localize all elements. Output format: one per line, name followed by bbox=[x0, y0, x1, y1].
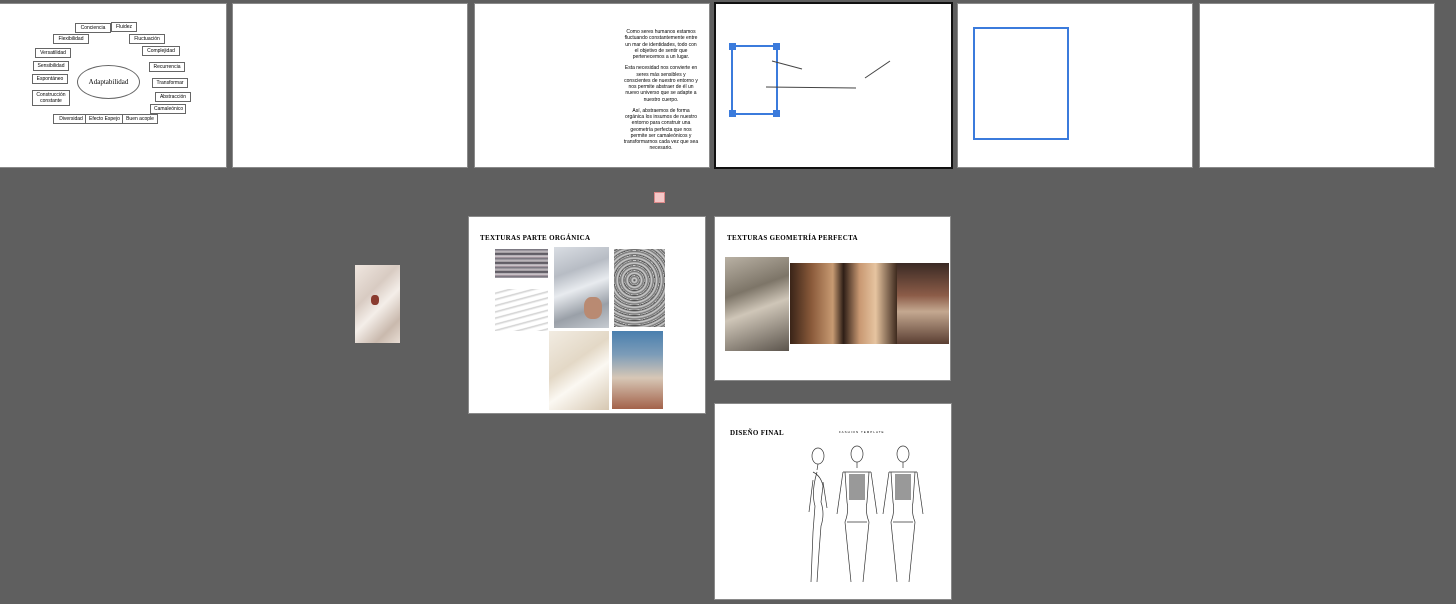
mindmap-node: Diversidad bbox=[53, 114, 89, 124]
text-block: Como seres humanos estamos fluctuando co… bbox=[623, 29, 699, 157]
resize-handle[interactable] bbox=[773, 110, 780, 117]
artboard-textures-organic[interactable]: TEXTURAS PARTE ORGÁNICA bbox=[468, 216, 706, 414]
texture-waves-image[interactable] bbox=[495, 289, 548, 331]
lace-detail bbox=[371, 295, 379, 305]
artboard-final-design[interactable]: DISEÑO FINAL FASHION TEMPLATE bbox=[714, 403, 952, 600]
artboard-text[interactable]: Como seres humanos estamos fluctuando co… bbox=[474, 3, 710, 168]
mindmap-node: Versatilidad bbox=[35, 48, 71, 58]
mindmap-node: Espontáneo bbox=[32, 74, 68, 84]
runway-photo-3[interactable] bbox=[897, 263, 949, 344]
mindmap-node: Recurrencia bbox=[149, 62, 185, 72]
mindmap-node: Camaleónico bbox=[150, 104, 186, 114]
mindmap-node: Conciencia bbox=[75, 23, 111, 33]
floating-lace-image[interactable] bbox=[355, 265, 400, 343]
artboard-mindmap[interactable]: Adaptabilidad Conciencia Fluidez Flexibi… bbox=[0, 3, 227, 168]
blue-rectangle[interactable] bbox=[973, 27, 1069, 140]
slide-title: TEXTURAS GEOMETRÍA PERFECTA bbox=[727, 234, 858, 242]
mindmap-node: Flexibilidad bbox=[53, 34, 89, 44]
mindmap-center: Adaptabilidad bbox=[77, 65, 140, 99]
paragraph: Así, abstraemos de forma orgánica los in… bbox=[623, 107, 699, 152]
texture-coral-image[interactable] bbox=[614, 249, 665, 327]
texture-stripes-image[interactable] bbox=[495, 249, 548, 278]
paragraph: Como seres humanos estamos fluctuando co… bbox=[624, 29, 698, 60]
paragraph: Esta necesidad nos convierte en seres má… bbox=[624, 65, 698, 103]
texture-feather-image[interactable] bbox=[549, 331, 609, 410]
mindmap-node: Buen acople bbox=[122, 114, 158, 124]
runway-photo-1[interactable] bbox=[725, 257, 789, 351]
mindmap-node: Complejidad bbox=[142, 46, 180, 56]
artboard-blank-6[interactable] bbox=[1199, 3, 1435, 168]
resize-handle[interactable] bbox=[729, 43, 736, 50]
slide-title: TEXTURAS PARTE ORGÁNICA bbox=[480, 234, 591, 242]
mindmap-node: Sensibilidad bbox=[33, 61, 69, 71]
texture-knit-image[interactable] bbox=[554, 247, 609, 328]
slide-title: DISEÑO FINAL bbox=[730, 429, 784, 437]
template-label: FASHION TEMPLATE bbox=[839, 430, 885, 434]
artboard-blank-2[interactable] bbox=[232, 3, 468, 168]
mindmap-node: Fluidez bbox=[111, 22, 137, 32]
small-marker[interactable] bbox=[654, 192, 665, 203]
runway-photo-2[interactable] bbox=[790, 263, 897, 344]
mindmap-node: Fluctuación bbox=[129, 34, 165, 44]
artboard-selected[interactable] bbox=[714, 2, 953, 169]
line-shapes[interactable] bbox=[716, 4, 953, 169]
mindmap-node: Construcción constante bbox=[32, 90, 70, 106]
resize-handle[interactable] bbox=[729, 110, 736, 117]
mindmap-node: Efecto Espejo bbox=[85, 114, 123, 124]
mindmap-node: Abstracción bbox=[155, 92, 191, 102]
texture-dress-image[interactable] bbox=[612, 331, 663, 409]
resize-handle[interactable] bbox=[773, 43, 780, 50]
artboard-textures-geometry[interactable]: TEXTURAS GEOMETRÍA PERFECTA bbox=[714, 216, 951, 381]
texture-hand bbox=[584, 297, 602, 319]
mindmap-node: Transformar bbox=[152, 78, 188, 88]
artboard-rectangle[interactable] bbox=[957, 3, 1193, 168]
fashion-croquis-figures[interactable] bbox=[799, 442, 939, 592]
